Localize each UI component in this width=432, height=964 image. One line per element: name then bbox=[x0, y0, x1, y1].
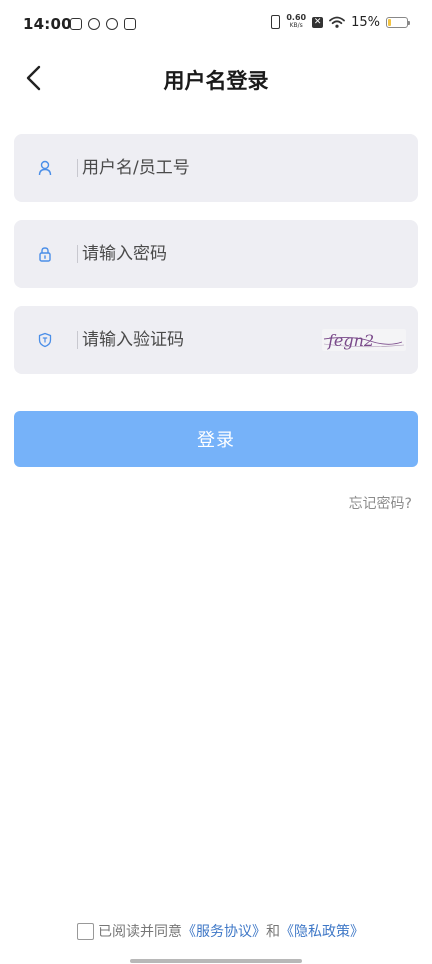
agreement: 已阅读并同意 《服务协议》 和 《隐私政策》 bbox=[77, 921, 364, 941]
username-input[interactable] bbox=[82, 134, 312, 202]
status-right: 0.60 KB/s ✕ 15% bbox=[271, 14, 410, 30]
user-icon bbox=[38, 160, 52, 176]
battery-icon bbox=[386, 16, 410, 28]
net-speed: 0.60 KB/s bbox=[286, 14, 306, 30]
captcha-text: fegn2 bbox=[327, 331, 374, 350]
lock-icon bbox=[39, 247, 51, 262]
header: 用户名登录 bbox=[0, 50, 432, 106]
vibrate-icon bbox=[271, 15, 281, 29]
battery-percent: 15% bbox=[351, 14, 380, 30]
password-field[interactable] bbox=[14, 220, 418, 288]
status-bar: 14:00 0.60 KB/s ✕ 15% bbox=[0, 0, 432, 50]
service-agreement-link[interactable]: 《服务协议》 bbox=[182, 921, 266, 941]
status-left-icons bbox=[70, 18, 136, 30]
calendar-icon bbox=[124, 18, 136, 30]
sim-x-icon: ✕ bbox=[312, 16, 324, 28]
status-time: 14:00 bbox=[23, 15, 72, 33]
page-title: 用户名登录 bbox=[163, 69, 269, 93]
captcha-input[interactable] bbox=[82, 306, 312, 374]
username-field[interactable] bbox=[14, 134, 418, 202]
captcha-image[interactable]: fegn2 bbox=[322, 329, 406, 351]
leaf-icon bbox=[88, 18, 100, 30]
captcha-field[interactable]: fegn2 bbox=[14, 306, 418, 374]
field-divider bbox=[77, 331, 78, 349]
privacy-policy-link[interactable]: 《隐私政策》 bbox=[280, 921, 364, 941]
agreement-prefix: 已阅读并同意 bbox=[98, 924, 182, 940]
field-divider bbox=[77, 159, 78, 177]
wifi-icon bbox=[329, 16, 345, 28]
password-input[interactable] bbox=[82, 220, 312, 288]
home-indicator bbox=[130, 959, 302, 963]
forgot-password-link[interactable]: 忘记密码? bbox=[349, 493, 412, 513]
net-speed-unit: KB/s bbox=[289, 22, 303, 29]
field-divider bbox=[77, 245, 78, 263]
face-icon bbox=[106, 18, 118, 30]
login-button[interactable]: 登录 bbox=[14, 411, 418, 467]
battery-fill bbox=[388, 18, 391, 26]
agreement-checkbox[interactable] bbox=[77, 922, 94, 940]
agreement-and: 和 bbox=[266, 924, 280, 940]
shield-icon bbox=[38, 332, 52, 348]
net-speed-value: 0.60 bbox=[286, 13, 307, 22]
app-notification-icon bbox=[70, 18, 82, 30]
